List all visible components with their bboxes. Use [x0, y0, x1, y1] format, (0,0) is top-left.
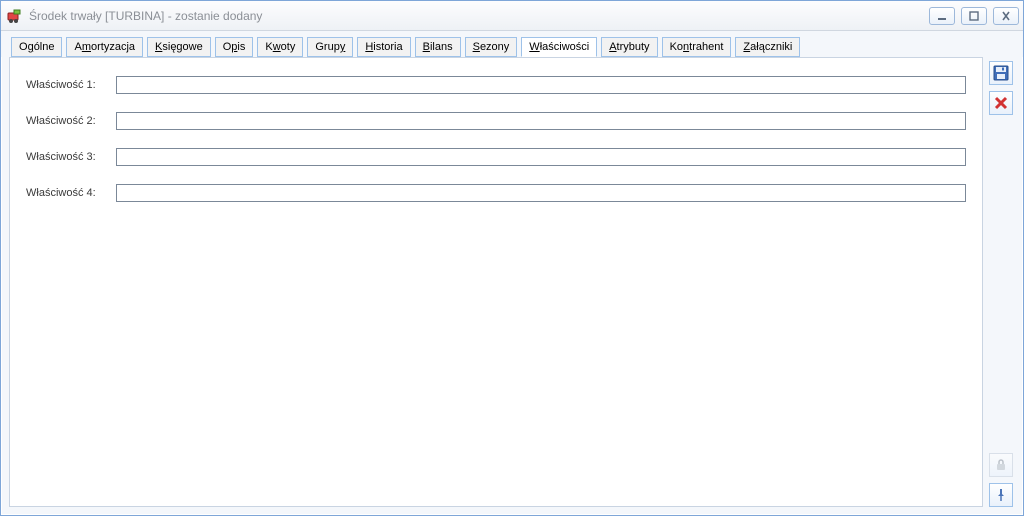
field-label-4: Właściwość 4: — [26, 187, 106, 199]
minimize-icon — [936, 11, 948, 21]
close-button[interactable] — [993, 7, 1019, 25]
tab-atrybuty[interactable]: Atrybuty — [601, 37, 657, 57]
window-buttons — [929, 7, 1019, 25]
save-button[interactable] — [989, 61, 1013, 85]
form-row-4: Właściwość 4: — [26, 184, 966, 202]
tabs-bar: OgólneAmortyzacjaKsięgoweOpisKwotyGrupyH… — [1, 31, 1023, 57]
field-label-3: Właściwość 3: — [26, 151, 106, 163]
field-input-3[interactable] — [116, 148, 966, 166]
lock-icon — [994, 458, 1008, 472]
field-label-2: Właściwość 2: — [26, 115, 106, 127]
delete-button[interactable] — [989, 91, 1013, 115]
save-icon — [993, 65, 1009, 81]
window-title: Środek trwały [TURBINA] - zostanie dodan… — [29, 9, 923, 23]
tab-właściwości[interactable]: Właściwości — [521, 37, 597, 57]
pin-button[interactable] — [989, 483, 1013, 507]
form-row-2: Właściwość 2: — [26, 112, 966, 130]
tab-księgowe[interactable]: Księgowe — [147, 37, 211, 57]
app-icon — [7, 8, 23, 24]
tab-historia[interactable]: Historia — [357, 37, 410, 57]
tab-bilans[interactable]: Bilans — [415, 37, 461, 57]
pin-icon — [994, 488, 1008, 502]
tab-kwoty[interactable]: Kwoty — [257, 37, 303, 57]
form-panel: Właściwość 1: Właściwość 2: Właściwość 3: W… — [9, 57, 983, 507]
tab-grupy[interactable]: Grupy — [307, 37, 353, 57]
minimize-button[interactable] — [929, 7, 955, 25]
delete-icon — [994, 96, 1008, 110]
field-label-1: Właściwość 1: — [26, 79, 106, 91]
form-row-3: Właściwość 3: — [26, 148, 966, 166]
sidebar — [987, 57, 1015, 507]
tab-ogólne[interactable]: Ogólne — [11, 37, 62, 57]
tab-załączniki[interactable]: Załączniki — [735, 37, 800, 57]
lock-button — [989, 453, 1013, 477]
window: Środek trwały [TURBINA] - zostanie dodan… — [0, 0, 1024, 516]
tab-amortyzacja[interactable]: Amortyzacja — [66, 37, 143, 57]
work-area: Właściwość 1: Właściwość 2: Właściwość 3: W… — [1, 57, 1023, 515]
field-input-1[interactable] — [116, 76, 966, 94]
titlebar: Środek trwały [TURBINA] - zostanie dodan… — [1, 1, 1023, 31]
field-input-2[interactable] — [116, 112, 966, 130]
maximize-icon — [968, 11, 980, 21]
form-row-1: Właściwość 1: — [26, 76, 966, 94]
tab-opis[interactable]: Opis — [215, 37, 254, 57]
tab-sezony[interactable]: Sezony — [465, 37, 518, 57]
close-icon — [1000, 11, 1012, 21]
field-input-4[interactable] — [116, 184, 966, 202]
maximize-button[interactable] — [961, 7, 987, 25]
tab-kontrahent[interactable]: Kontrahent — [662, 37, 732, 57]
